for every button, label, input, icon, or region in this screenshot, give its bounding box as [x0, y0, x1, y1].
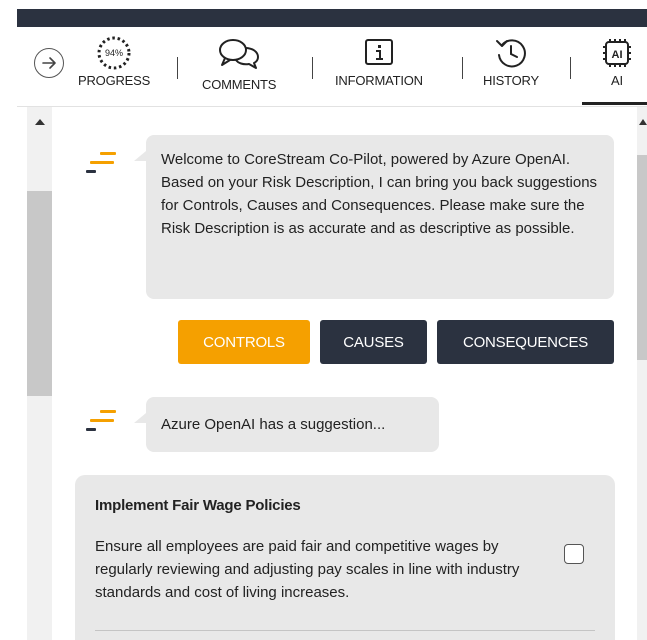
copilot-avatar-icon — [84, 150, 120, 178]
header-strip — [17, 9, 647, 27]
information-icon — [364, 39, 393, 65]
controls-button-label: CONTROLS — [203, 333, 285, 351]
tab-divider — [312, 57, 313, 79]
top-bar — [0, 0, 647, 27]
causes-button[interactable]: CAUSES — [320, 320, 427, 364]
tab-divider — [570, 57, 571, 79]
causes-button-label: CAUSES — [343, 333, 404, 351]
copilot-avatar-icon — [84, 408, 120, 436]
suggestion-select-checkbox[interactable] — [564, 544, 584, 564]
comments-icon — [219, 39, 260, 69]
card-divider — [95, 630, 595, 631]
outer-scrollbar[interactable] — [27, 107, 52, 640]
scrollbar-thumb[interactable] — [27, 191, 52, 396]
progress-value: 94% — [105, 48, 124, 58]
tab-bar: 94% PROGRESS COMMENTS INFORMATION HISTOR… — [17, 27, 647, 107]
scroll-up-arrow-icon[interactable] — [35, 119, 45, 125]
tab-divider — [462, 57, 463, 79]
tab-information[interactable]: INFORMATION — [335, 33, 423, 103]
scrollbar-thumb[interactable] — [637, 155, 647, 360]
tab-comments-label: COMMENTS — [202, 77, 277, 92]
consequences-button[interactable]: CONSEQUENCES — [437, 320, 614, 364]
tab-information-label: INFORMATION — [335, 73, 423, 88]
history-icon — [495, 39, 526, 68]
tab-ai-label: AI — [611, 73, 623, 88]
tab-progress[interactable]: 94% PROGRESS — [78, 33, 150, 103]
collapse-panel-button[interactable] — [34, 48, 64, 78]
welcome-message-text: Welcome to CoreStream Co-Pilot, powered … — [161, 151, 598, 237]
welcome-message-bubble: Welcome to CoreStream Co-Pilot, powered … — [134, 135, 614, 299]
svg-text:AI: AI — [612, 49, 623, 61]
suggestion-message-bubble: Azure OpenAI has a suggestion... — [134, 397, 439, 452]
controls-button[interactable]: CONTROLS — [178, 320, 310, 364]
tab-ai[interactable]: AI AI — [582, 33, 647, 105]
inner-scrollbar[interactable] — [637, 107, 647, 640]
progress-ring-icon: 94% — [96, 35, 132, 71]
tab-comments[interactable]: COMMENTS — [202, 33, 276, 103]
arrow-right-icon — [42, 57, 56, 69]
suggestion-title: Implement Fair Wage Policies — [95, 497, 301, 514]
suggestion-message-text: Azure OpenAI has a suggestion... — [161, 416, 386, 433]
consequences-button-label: CONSEQUENCES — [462, 333, 589, 351]
tab-divider — [177, 57, 178, 79]
ai-chip-icon: AI — [603, 39, 631, 67]
tab-history[interactable]: HISTORY — [483, 33, 539, 103]
scroll-up-arrow-icon[interactable] — [639, 119, 647, 125]
suggestion-card: Implement Fair Wage Policies Ensure all … — [75, 475, 615, 640]
tab-progress-label: PROGRESS — [78, 73, 151, 88]
tab-history-label: HISTORY — [483, 73, 539, 88]
suggestion-description: Ensure all employees are paid fair and c… — [95, 538, 520, 601]
